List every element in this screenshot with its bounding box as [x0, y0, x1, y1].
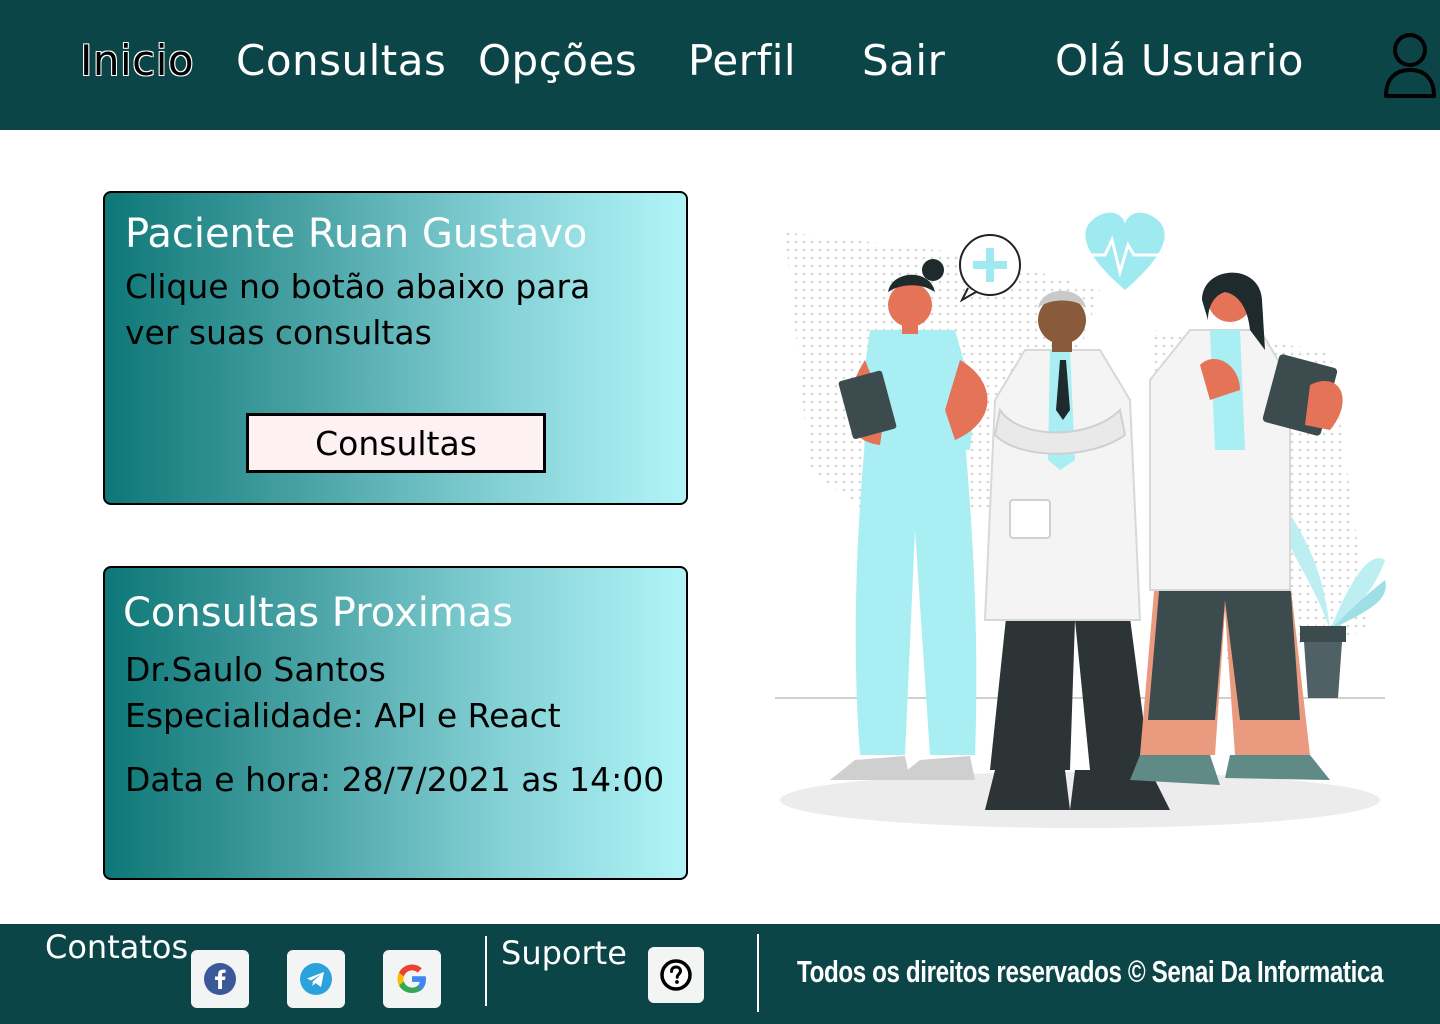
patient-card: Paciente Ruan Gustavo Clique no botão ab… [103, 191, 688, 505]
doctor-name: Dr.Saulo Santos [125, 650, 386, 689]
appointment-datetime: Data e hora: 28/7/2021 as 14:00 [125, 760, 665, 799]
nav-consultas[interactable]: Consultas [236, 36, 446, 85]
google-icon [397, 964, 426, 993]
facebook-link[interactable] [191, 950, 249, 1008]
consultas-button[interactable]: Consultas [246, 413, 546, 473]
nav-perfil[interactable]: Perfil [688, 36, 796, 85]
nav-inicio[interactable]: Inicio [80, 36, 194, 85]
nav-opcoes[interactable]: Opções [478, 36, 637, 85]
upcoming-appointments-card: Consultas Proximas Dr.Saulo Santos Espec… [103, 566, 688, 880]
contacts-label: Contatos [45, 928, 189, 966]
nav-sair[interactable]: Sair [862, 36, 945, 85]
user-icon[interactable] [1380, 30, 1440, 100]
copyright-text: Todos os direitos reservados © Senai Da … [797, 954, 1384, 989]
footer: Contatos Suporte Todos os direitos reser… [0, 924, 1440, 1024]
user-greeting: Olá Usuario [1055, 36, 1304, 85]
support-link[interactable] [648, 947, 704, 1003]
doctor-specialty: Especialidade: API e React [125, 696, 561, 735]
telegram-icon [300, 963, 332, 995]
support-label: Suporte [501, 934, 627, 972]
telegram-link[interactable] [287, 950, 345, 1008]
facebook-icon [204, 963, 236, 995]
help-icon [660, 959, 692, 991]
footer-divider-1 [485, 936, 487, 1006]
footer-divider-2 [757, 934, 759, 1012]
google-link[interactable] [383, 950, 441, 1008]
patient-card-instruction-1: Clique no botão abaixo para [125, 267, 591, 306]
top-nav-bar: Inicio Consultas Opções Perfil Sair Olá … [0, 0, 1440, 130]
upcoming-card-title: Consultas Proximas [123, 590, 514, 636]
medical-team-illustration [770, 200, 1400, 840]
patient-card-title: Paciente Ruan Gustavo [125, 211, 588, 257]
patient-card-instruction-2: ver suas consultas [125, 313, 432, 352]
